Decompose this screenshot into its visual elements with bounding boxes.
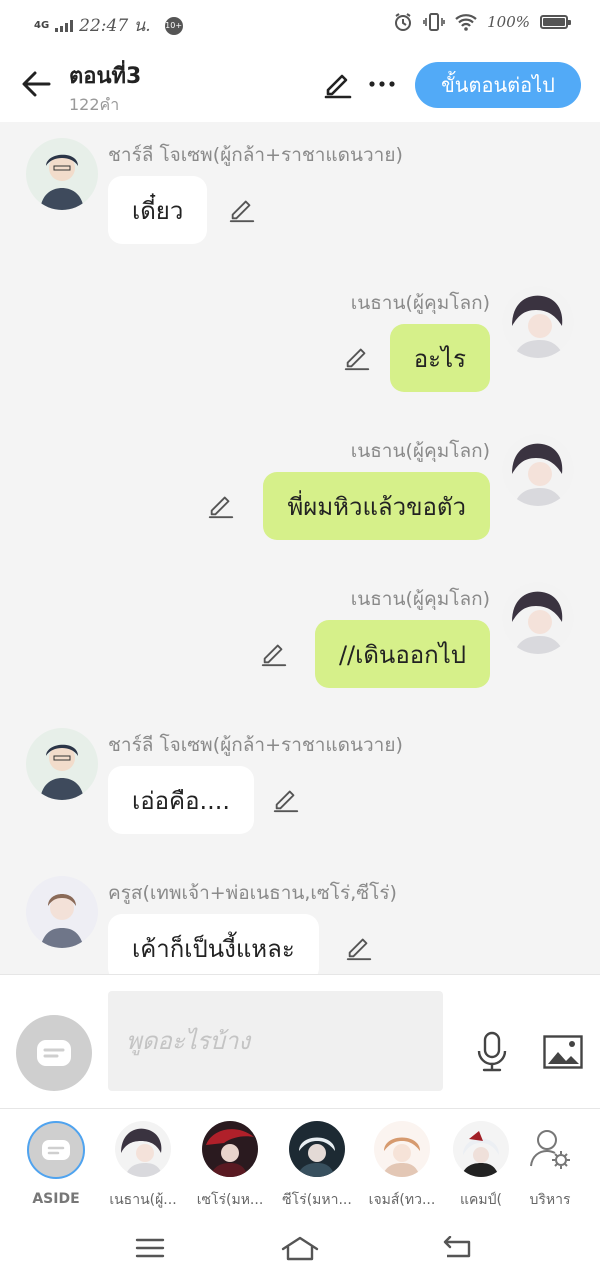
microphone-button[interactable] [472, 1030, 512, 1074]
battery-fill [543, 18, 565, 26]
return-icon [443, 1236, 471, 1258]
home-icon [281, 1236, 319, 1261]
character-bar: ASIDE เนธาน(ผู้... เซโร่(มห... ซีโร่(มหา… [0, 1108, 600, 1208]
character-camp[interactable]: แคมป์( [441, 1121, 521, 1211]
header: ตอนที่3 122คำ ขั้นตอนต่อไป [0, 48, 600, 122]
status-time: 22:47 น. [79, 16, 151, 36]
chat-bubble-icon [42, 1140, 70, 1160]
character-xero[interactable]: ซีโร่(มหา... [277, 1121, 357, 1211]
charlie-avatar[interactable] [26, 728, 98, 800]
cruz-avatar[interactable] [26, 876, 98, 948]
microphone-icon [477, 1031, 507, 1072]
sender-name: เนธาน(ผู้คุมโลก) [350, 440, 490, 462]
character-avatar [115, 1121, 171, 1177]
home-button[interactable] [275, 1228, 325, 1268]
manage-characters-button[interactable]: บริหาร [510, 1121, 590, 1211]
sender-name: ครูส(เทพเจ้า+พ่อเนธาน,เซโร่,ซีโร่) [108, 882, 397, 904]
chat-bubble-icon [37, 1040, 71, 1066]
nethan-avatar[interactable] [502, 434, 574, 506]
aside-toggle-button[interactable] [16, 1015, 92, 1091]
message-bubble[interactable]: เดี๋ยว [108, 176, 208, 244]
message-bubble[interactable]: เอ่อคือ.... [108, 766, 255, 834]
menu-icon [135, 1238, 165, 1258]
next-step-button[interactable]: ขั้นตอนต่อไป [415, 62, 581, 108]
word-count: 122คำ [69, 95, 120, 114]
message-bubble[interactable]: อะไร [389, 324, 490, 392]
charlie-avatar[interactable] [26, 138, 98, 210]
sender-name: ชาร์ลี โจเซพ(ผู้กล้า+ราชาแดนวาย) [108, 734, 403, 756]
edit-message-button[interactable] [227, 194, 257, 224]
sender-name: เนธาน(ผู้คุมโลก) [350, 588, 490, 610]
nethan-avatar[interactable] [502, 582, 574, 654]
character-avatar [374, 1121, 430, 1177]
status-left: 4G 22:47 น. 10+ [34, 12, 183, 39]
pencil-icon [229, 200, 255, 223]
character-aside[interactable]: ASIDE [16, 1121, 96, 1207]
edit-message-button[interactable] [342, 342, 372, 372]
user-settings-icon [530, 1130, 570, 1169]
aside-avatar [27, 1121, 85, 1179]
status-right: 100% [393, 12, 571, 32]
character-avatar [202, 1121, 258, 1177]
notification-badge: 10+ [164, 16, 183, 35]
signal-icon [55, 19, 74, 32]
input-bar [0, 974, 600, 1108]
image-icon [543, 1035, 583, 1069]
pencil-icon [261, 644, 287, 667]
wifi-icon [455, 14, 477, 31]
pencil-icon [273, 790, 299, 813]
edit-title-button[interactable] [320, 66, 356, 102]
edit-message-button[interactable] [271, 784, 301, 814]
back-button[interactable] [14, 62, 58, 106]
edit-message-button[interactable] [259, 638, 289, 668]
battery-percent: 100% [487, 13, 530, 31]
pencil-icon [346, 938, 372, 961]
sender-name: เนธาน(ผู้คุมโลก) [350, 292, 490, 314]
edit-message-button[interactable] [344, 932, 374, 962]
back-nav-button[interactable] [432, 1228, 482, 1268]
character-avatar [453, 1121, 509, 1177]
message-bubble[interactable]: //เดินออกไป [314, 620, 490, 688]
message-input[interactable] [108, 991, 443, 1091]
pencil-icon [344, 348, 370, 371]
page-title: ตอนที่3 [69, 64, 142, 89]
alarm-icon [395, 13, 412, 31]
character-james[interactable]: เจมส์(ทว... [362, 1121, 442, 1211]
nethan-avatar[interactable] [502, 286, 574, 358]
more-button[interactable] [364, 66, 400, 102]
edit-message-button[interactable] [206, 490, 236, 520]
arrow-left-icon [22, 71, 51, 97]
chat-area: ชาร์ลี โจเซพ(ผู้กล้า+ราชาแดนวาย) เดี๋ยว … [0, 122, 600, 974]
message-bubble[interactable]: เค้าก็เป็นงี้แหละ [108, 914, 319, 974]
pencil-icon [208, 496, 234, 519]
menu-button[interactable] [125, 1228, 175, 1268]
image-button[interactable] [542, 1033, 584, 1071]
character-nethan[interactable]: เนธาน(ผู้... [103, 1121, 183, 1211]
battery-icon [540, 15, 571, 29]
message-bubble[interactable]: พี่ผมหิวแล้วขอตัว [263, 472, 490, 540]
vibrate-icon [423, 13, 445, 31]
system-nav-bar [0, 1208, 600, 1287]
pencil-icon [324, 74, 352, 99]
character-zero[interactable]: เซโร่(มห... [190, 1121, 270, 1211]
character-avatar [289, 1121, 345, 1177]
status-bar: 4G 22:47 น. 10+ 100% [0, 0, 600, 48]
more-dots-icon [369, 81, 395, 87]
network-type: 4G [34, 20, 50, 31]
sender-name: ชาร์ลี โจเซพ(ผู้กล้า+ราชาแดนวาย) [108, 144, 403, 166]
manage-icon-wrap [522, 1121, 578, 1177]
character-label: ASIDE [32, 1191, 80, 1207]
